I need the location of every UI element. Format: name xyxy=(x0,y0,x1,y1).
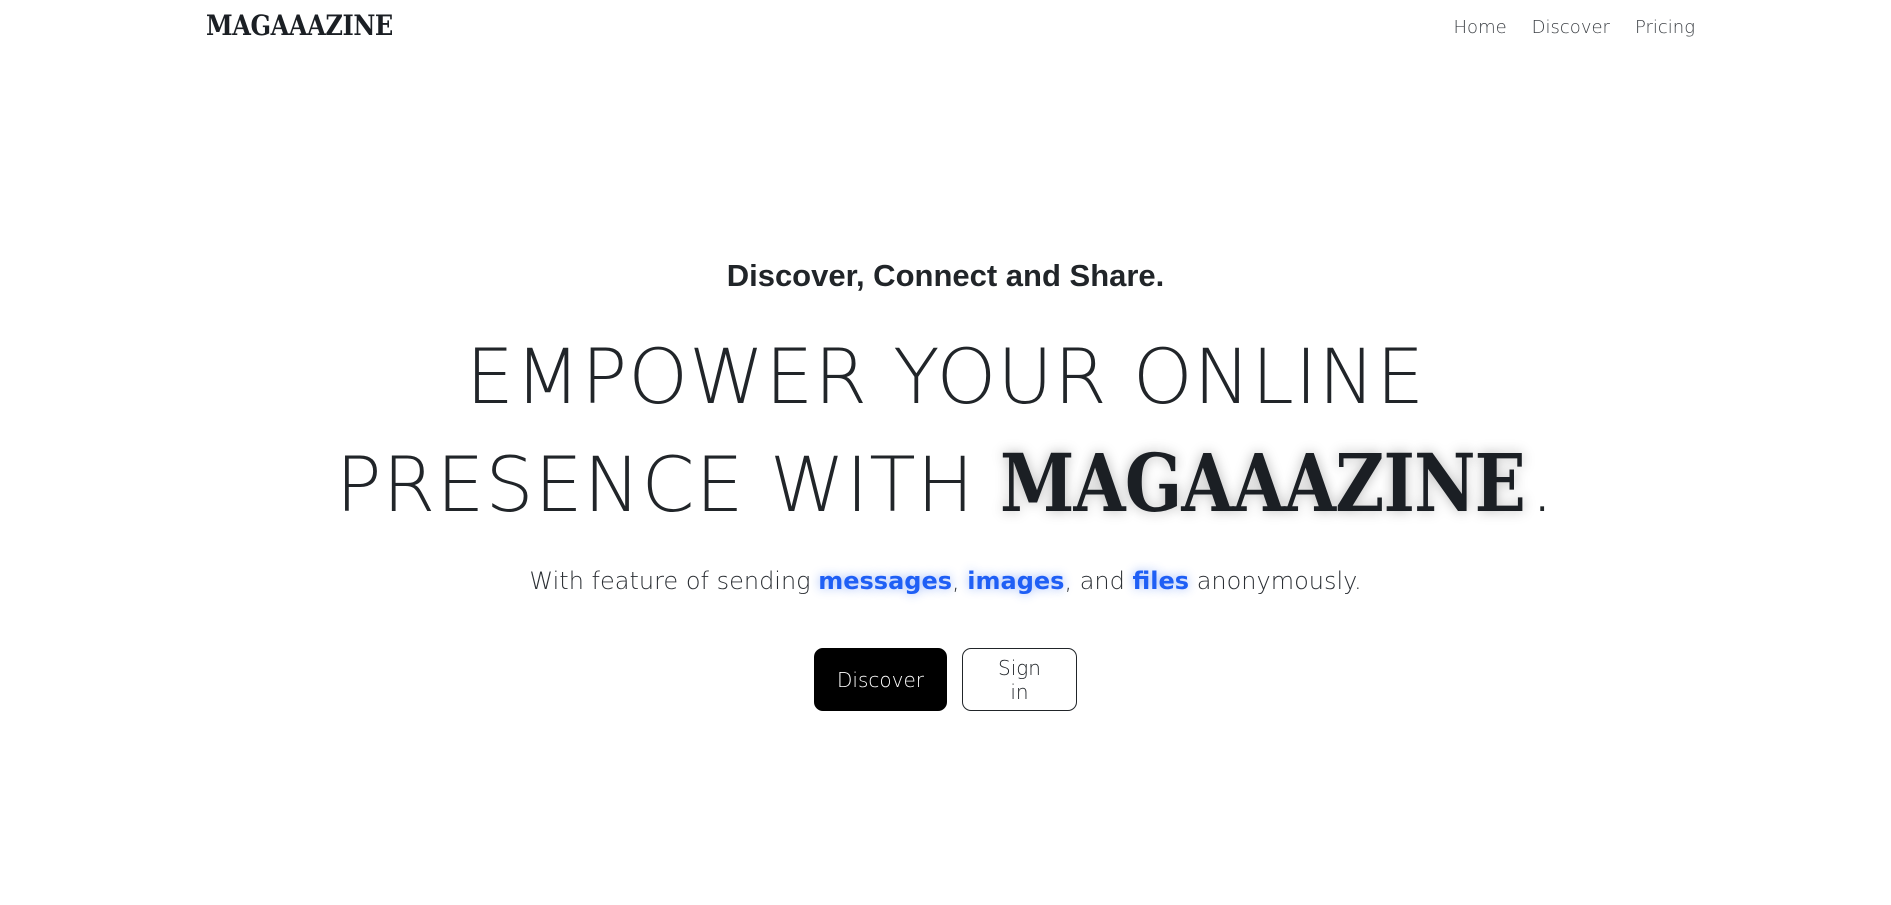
subtitle-sep-2: , and xyxy=(1064,567,1133,595)
highlight-files: files xyxy=(1132,567,1190,595)
nav-link-pricing[interactable]: Pricing xyxy=(1635,17,1695,38)
headline-line-2-prefix: PRESENCE WITH xyxy=(335,440,1001,529)
hero-headline: EMPOWER YOUR ONLINE PRESENCE WITH MAGAAA… xyxy=(0,324,1891,538)
subtitle-suffix: anonymously. xyxy=(1189,567,1362,595)
hero-buttons: Discover Sign in xyxy=(0,648,1891,711)
highlight-messages: messages xyxy=(818,567,953,595)
headline-line-1: EMPOWER YOUR ONLINE xyxy=(465,332,1426,421)
headline-line-2: PRESENCE WITH MAGAAAZINE. xyxy=(0,430,1891,538)
hero-subtitle: With feature of sending messages, images… xyxy=(0,564,1891,598)
subtitle-sep-1: , xyxy=(952,567,968,595)
headline-suffix: . xyxy=(1530,440,1556,529)
nav-links: Home Discover Pricing xyxy=(1454,17,1695,38)
hero-section: Discover, Connect and Share. EMPOWER YOU… xyxy=(0,250,1891,711)
subtitle-prefix: With feature of sending xyxy=(529,567,819,595)
nav-link-home[interactable]: Home xyxy=(1454,17,1507,38)
hero-tagline: Discover, Connect and Share. xyxy=(726,258,1165,293)
highlight-images: images xyxy=(967,567,1065,595)
sign-in-button[interactable]: Sign in xyxy=(962,648,1077,711)
navbar: MAGAAAZINE Home Discover Pricing xyxy=(0,0,1891,58)
headline-brand: MAGAAAZINE xyxy=(1000,436,1526,530)
nav-link-discover[interactable]: Discover xyxy=(1532,17,1610,38)
discover-button[interactable]: Discover xyxy=(814,648,947,711)
brand-logo[interactable]: MAGAAAZINE xyxy=(206,9,393,42)
